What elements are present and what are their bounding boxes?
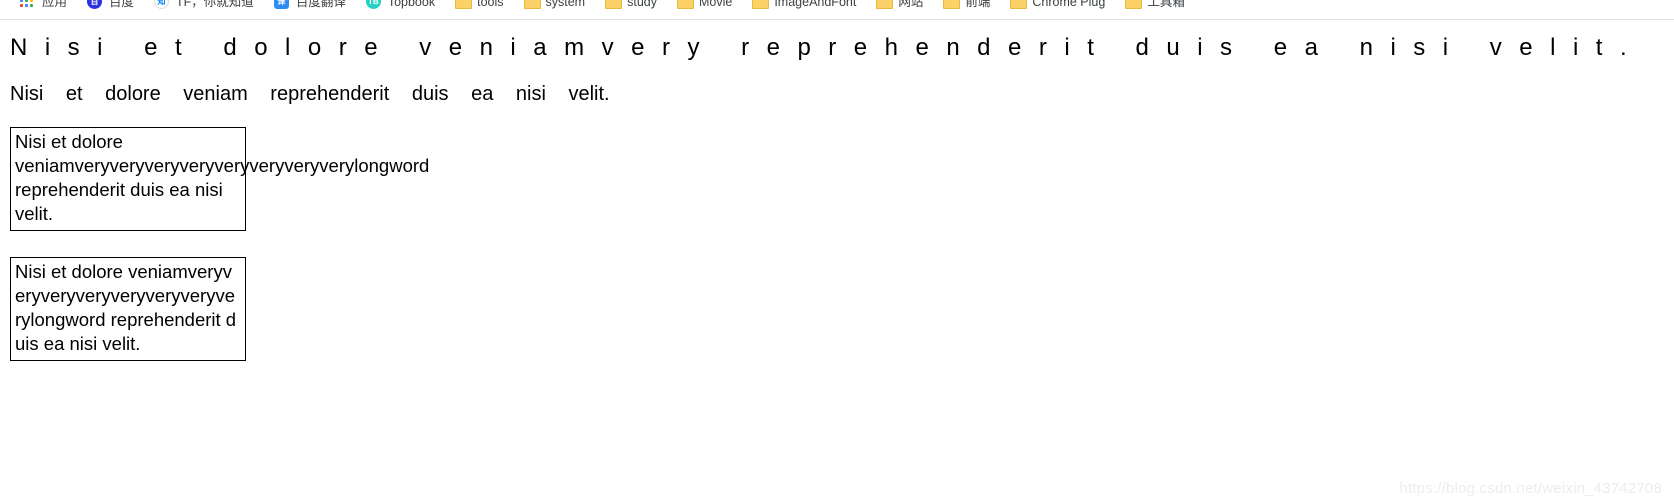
bookmark-label: 前端 xyxy=(965,0,991,9)
break-all-demo-text: Nisi et dolore veniamveryveryveryveryver… xyxy=(15,261,237,354)
bookmark-label: system xyxy=(545,0,586,9)
bookmark-folder-system[interactable]: system xyxy=(516,0,594,14)
word-spaced-paragraph: Nisi et dolore veniam reprehenderit duis… xyxy=(10,83,610,105)
fanyi-favicon-glyph: 译 xyxy=(273,0,289,9)
bookmark-label: ImageAndFont xyxy=(774,0,857,9)
bookmark-folder-frontend[interactable]: 前端 xyxy=(935,0,998,14)
bookmark-item-apps[interactable]: 应用 xyxy=(12,0,75,14)
bookmark-folder-toolbox[interactable]: 工具箱 xyxy=(1117,0,1193,14)
justified-heading: Nisi et dolore veniamvery reprehenderit … xyxy=(10,34,1645,61)
fanyi-favicon: 译 xyxy=(273,0,290,10)
bookmark-label: 工具箱 xyxy=(1147,0,1185,9)
bookmark-label: Topbook xyxy=(387,0,436,9)
folder-icon xyxy=(1125,0,1141,10)
bookmark-item-baidu-translate[interactable]: 译 百度翻译 xyxy=(266,0,354,14)
bookmarks-bar-divider xyxy=(0,19,1674,20)
baidu-favicon: 百 xyxy=(87,0,103,10)
bookmark-label: 应用 xyxy=(42,0,68,9)
bookmark-label: tools xyxy=(477,0,504,9)
bookmark-label: study xyxy=(627,0,657,9)
bookmark-label: Movie xyxy=(698,0,733,9)
baidu-favicon-glyph: 百 xyxy=(87,0,103,9)
bookmark-label: 百度翻译 xyxy=(295,0,346,9)
folder-icon xyxy=(1010,0,1026,10)
zhihu-favicon-glyph: 知 xyxy=(154,0,170,9)
folder-icon xyxy=(605,0,621,10)
apps-grid-icon xyxy=(20,0,36,10)
topbook-favicon-glyph: TB xyxy=(365,0,381,9)
bookmark-folder-tools[interactable]: tools xyxy=(447,0,511,14)
bookmark-folder-study[interactable]: study xyxy=(597,0,665,14)
overflow-demo-text: Nisi et dolore veniamveryveryveryveryver… xyxy=(15,131,435,224)
folder-icon xyxy=(677,0,693,10)
bookmark-item-baidu[interactable]: 百 百度 xyxy=(79,0,142,14)
break-all-demo-box: Nisi et dolore veniamveryveryveryveryver… xyxy=(10,257,246,361)
overflow-demo-box: Nisi et dolore veniamveryveryveryveryver… xyxy=(10,127,435,231)
folder-icon xyxy=(876,0,892,10)
folder-icon xyxy=(524,0,540,10)
bookmark-label: TF，你就知道 xyxy=(176,0,254,9)
bookmark-label: 百度 xyxy=(109,0,135,9)
zhihu-favicon: 知 xyxy=(154,0,170,10)
bookmark-item-zhihu[interactable]: 知 TF，你就知道 xyxy=(146,0,262,14)
bookmark-label: 网站 xyxy=(898,0,924,9)
bookmark-folder-chrome-plug[interactable]: Chrome Plug xyxy=(1002,0,1113,14)
folder-icon xyxy=(752,0,768,10)
watermark-url: https://blog.csdn.net/weixin_43742708 xyxy=(1399,480,1662,497)
bookmark-folder-imageandfont[interactable]: ImageAndFont xyxy=(744,0,864,14)
bookmarks-bar[interactable]: 应用 百 百度 知 TF，你就知道 译 百度翻译 TB Topbook tool… xyxy=(0,0,1674,17)
page-content: Nisi et dolore veniamvery reprehenderit … xyxy=(0,22,1674,503)
bookmark-item-topbook[interactable]: TB Topbook xyxy=(358,0,443,14)
bookmark-folder-websites[interactable]: 网站 xyxy=(868,0,931,14)
folder-icon xyxy=(943,0,959,10)
topbook-favicon: TB xyxy=(365,0,382,10)
bookmark-label: Chrome Plug xyxy=(1032,0,1106,9)
folder-icon xyxy=(455,0,471,10)
bookmark-folder-movie[interactable]: Movie xyxy=(669,0,740,14)
